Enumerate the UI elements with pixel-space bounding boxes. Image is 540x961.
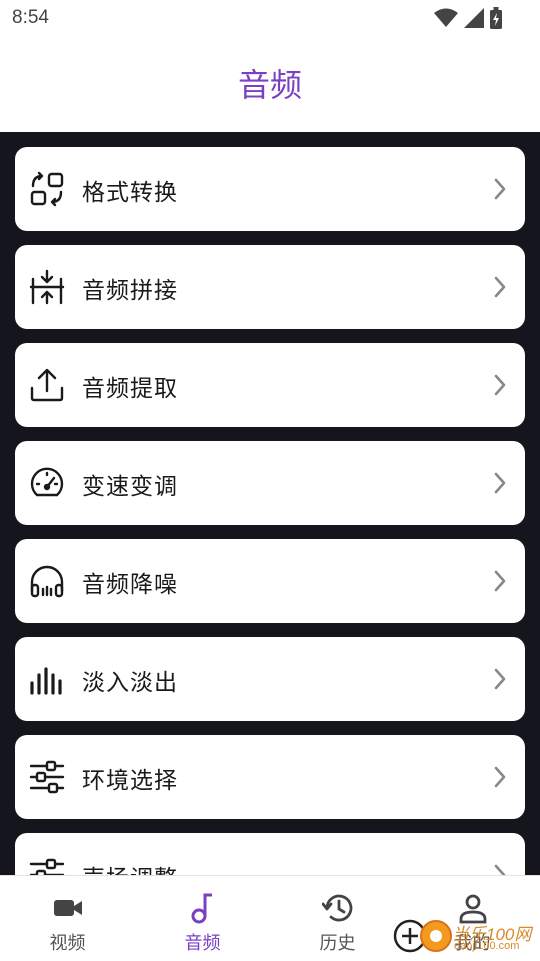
menu-item-label: 格式转换 bbox=[82, 180, 178, 206]
menu-item-audio-extract[interactable]: 音频提取 bbox=[15, 343, 525, 427]
chevron-right-icon bbox=[494, 766, 506, 788]
menu-item-label: 音频提取 bbox=[82, 376, 178, 402]
app-bar: 音频 bbox=[0, 36, 540, 132]
chevron-right-icon bbox=[494, 374, 506, 396]
format-convert-icon bbox=[30, 171, 64, 207]
menu-item-label: 淡入淡出 bbox=[82, 670, 178, 696]
status-icons bbox=[434, 7, 502, 29]
chevron-right-icon bbox=[494, 472, 506, 494]
headphones-icon bbox=[30, 565, 64, 598]
signal-icon bbox=[464, 8, 484, 28]
nav-item-video[interactable]: 视频 bbox=[0, 876, 135, 961]
chevron-right-icon bbox=[494, 864, 506, 875]
page-title: 音频 bbox=[237, 66, 302, 104]
menu-item-label: 音频拼接 bbox=[82, 278, 178, 304]
history-icon bbox=[321, 894, 352, 922]
menu-item-fade[interactable]: 淡入淡出 bbox=[15, 637, 525, 721]
status-time: 8:54 bbox=[12, 7, 49, 28]
video-icon bbox=[53, 900, 82, 916]
merge-icon bbox=[29, 269, 65, 305]
menu-item-label: 声场调整 bbox=[82, 859, 178, 875]
watermark-sub: danji100.com bbox=[454, 940, 520, 952]
sliders-icon bbox=[29, 760, 65, 794]
chevron-right-icon bbox=[494, 276, 506, 298]
menu-item-environment[interactable]: 环境选择 bbox=[15, 735, 525, 819]
menu-item-label: 变速变调 bbox=[82, 474, 178, 500]
wifi-icon bbox=[434, 8, 458, 27]
menu-item-noise-reduction[interactable]: 音频降噪 bbox=[15, 539, 525, 623]
chevron-right-icon bbox=[494, 668, 506, 690]
watermark: 当乐100网 danji100.com bbox=[390, 910, 540, 960]
watermark-logo bbox=[393, 919, 452, 953]
menu-list[interactable]: 格式转换 音频拼接 音频提取 变速变调 音频降噪 淡入淡出 环境选择 bbox=[0, 132, 540, 875]
menu-item-label: 环境选择 bbox=[82, 768, 178, 794]
chevron-right-icon bbox=[494, 178, 506, 200]
bars-icon bbox=[30, 667, 62, 695]
music-note-icon bbox=[191, 893, 212, 924]
upload-icon bbox=[30, 368, 64, 402]
menu-item-format-convert[interactable]: 格式转换 bbox=[15, 147, 525, 231]
menu-item-label: 音频降噪 bbox=[82, 572, 178, 598]
status-bar: 8:54 bbox=[0, 0, 540, 36]
menu-item-speed-pitch[interactable]: 变速变调 bbox=[15, 441, 525, 525]
nav-label: 视频 bbox=[49, 933, 86, 954]
menu-item-audio-merge[interactable]: 音频拼接 bbox=[15, 245, 525, 329]
speedometer-icon bbox=[30, 467, 64, 497]
nav-label: 历史 bbox=[319, 933, 356, 954]
nav-item-history[interactable]: 历史 bbox=[270, 876, 405, 961]
menu-item-sound-field[interactable]: 声场调整 bbox=[15, 833, 525, 875]
sliders-icon bbox=[29, 858, 65, 875]
chevron-right-icon bbox=[494, 570, 506, 592]
nav-label: 音频 bbox=[184, 933, 221, 954]
battery-icon bbox=[490, 7, 502, 29]
nav-item-audio[interactable]: 音频 bbox=[135, 876, 270, 961]
